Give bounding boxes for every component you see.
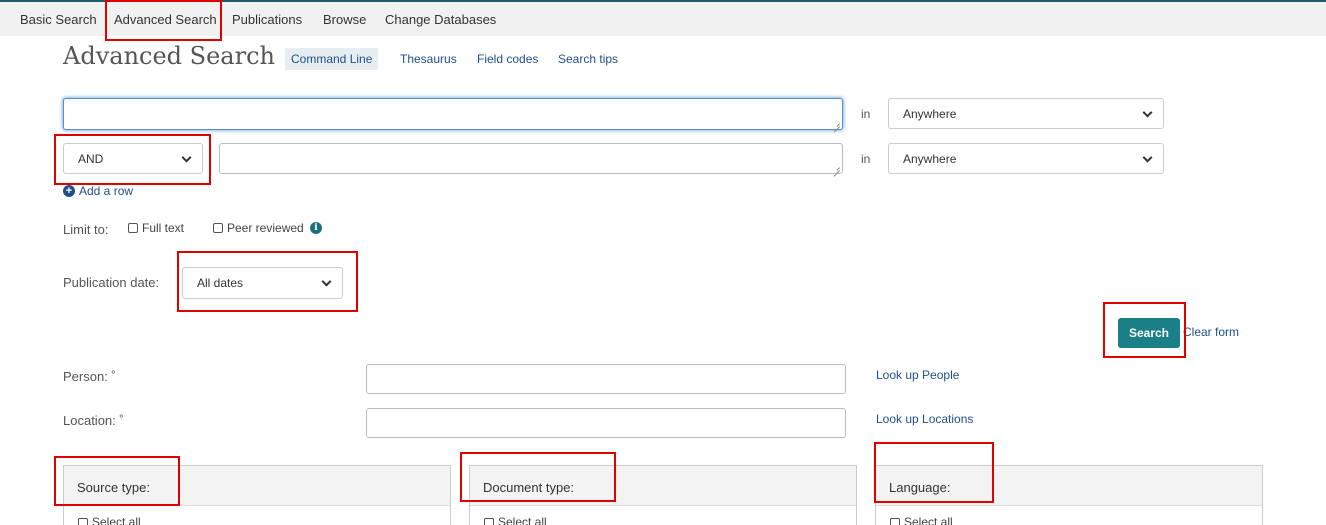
boolean-operator-select[interactable]: AND [63, 143, 203, 174]
peer-reviewed-label[interactable]: Peer reviewed [227, 221, 304, 235]
source-type-select-all-label[interactable]: Select all [92, 515, 141, 525]
search-field-value-2: Anywhere [903, 151, 957, 166]
thesaurus-link[interactable]: Thesaurus [400, 52, 457, 66]
top-nav-bar: Basic Search Advanced Search Publication… [0, 0, 1326, 36]
source-type-select-all-checkbox[interactable] [78, 518, 88, 525]
full-text-checkbox[interactable] [128, 223, 138, 233]
source-type-title: Source type: [77, 480, 150, 495]
language-select-all-label[interactable]: Select all [904, 515, 953, 525]
command-line-button[interactable]: Command Line [285, 48, 379, 70]
search-field-select-1[interactable]: Anywhere [888, 98, 1164, 129]
search-field-value-1: Anywhere [903, 106, 957, 121]
peer-reviewed-checkbox[interactable] [213, 223, 223, 233]
location-label: Location: ˚ [63, 413, 124, 428]
add-row-link[interactable]: Add a row [79, 184, 133, 198]
document-type-select-all-checkbox[interactable] [484, 518, 494, 525]
chevron-down-icon [181, 152, 192, 163]
document-type-panel: Document type: Select all [469, 465, 857, 525]
resize-handle-icon[interactable] [832, 163, 840, 171]
boolean-operator-value: AND [78, 151, 104, 166]
nav-change-databases[interactable]: Change Databases [385, 12, 496, 27]
limit-to-label: Limit to: [63, 222, 109, 237]
publication-date-value: All dates [197, 276, 244, 290]
language-header: Language: [876, 466, 1262, 506]
person-input[interactable] [366, 364, 846, 394]
in-label-2: in [861, 152, 871, 166]
nav-advanced-search[interactable]: Advanced Search [114, 12, 217, 27]
document-type-title: Document type: [483, 480, 575, 495]
document-type-header: Document type: [470, 466, 856, 506]
search-button[interactable]: Search [1118, 318, 1180, 348]
look-up-people-link[interactable]: Look up People [876, 368, 959, 382]
search-tips-link[interactable]: Search tips [558, 52, 618, 66]
search-field-select-2[interactable]: Anywhere [888, 143, 1164, 174]
search-term-input-2[interactable] [219, 143, 843, 174]
chevron-down-icon [1142, 152, 1153, 163]
page-title: Advanced Search [63, 42, 275, 70]
full-text-label[interactable]: Full text [142, 221, 184, 235]
language-title: Language: [889, 480, 951, 495]
nav-publications[interactable]: Publications [232, 12, 302, 27]
publication-date-select[interactable]: All dates [182, 267, 343, 299]
chevron-down-icon [1142, 107, 1153, 118]
source-type-panel: Source type: Select all [63, 465, 451, 525]
source-type-header: Source type: [64, 466, 450, 506]
nav-browse[interactable]: Browse [323, 12, 366, 27]
resize-handle-icon[interactable] [832, 119, 840, 127]
chevron-down-icon [321, 276, 332, 287]
nav-basic-search[interactable]: Basic Search [20, 12, 97, 27]
in-label-1: in [861, 107, 871, 121]
location-input[interactable] [366, 408, 846, 438]
search-term-input-1[interactable] [63, 98, 843, 130]
person-label: Person: ˚ [63, 369, 116, 384]
info-icon[interactable]: i [310, 222, 322, 234]
clear-form-link[interactable]: Clear form [1183, 325, 1239, 339]
publication-date-label: Publication date: [63, 275, 160, 290]
look-up-locations-link[interactable]: Look up Locations [876, 412, 973, 426]
field-codes-link[interactable]: Field codes [477, 52, 538, 66]
add-circle-icon[interactable]: + [63, 185, 75, 197]
language-select-all-checkbox[interactable] [890, 518, 900, 525]
language-panel: Language: Select all [875, 465, 1263, 525]
document-type-select-all-label[interactable]: Select all [498, 515, 547, 525]
